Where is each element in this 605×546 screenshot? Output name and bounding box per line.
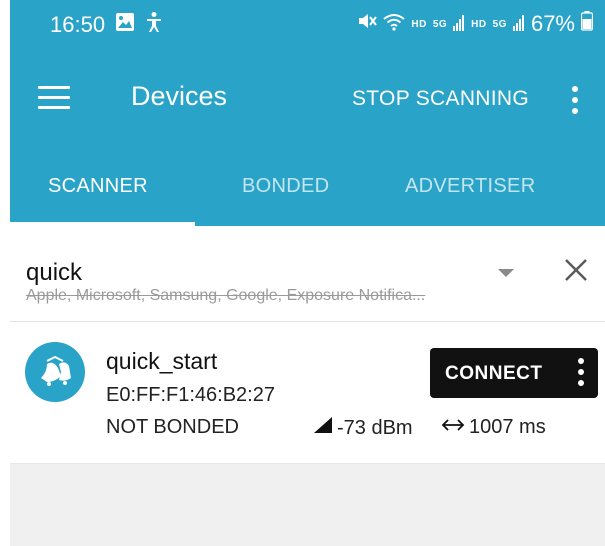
gallery-icon	[115, 12, 135, 38]
signal-strength-icon	[312, 416, 334, 440]
bond-state: NOT BONDED	[106, 416, 239, 438]
wifi-icon	[383, 11, 405, 37]
menu-icon[interactable]	[38, 86, 70, 110]
tab-scanner[interactable]: SCANNER	[48, 175, 148, 198]
filter-input[interactable]: quick	[26, 259, 82, 287]
mute-icon	[357, 11, 378, 37]
stop-scanning-button[interactable]: STOP SCANNING	[352, 87, 529, 111]
more-options-icon[interactable]	[566, 86, 586, 116]
filter-hint: Apple, Microsoft, Samsung, Google, Expos…	[26, 287, 426, 304]
connect-label: CONNECT	[445, 363, 543, 384]
battery-icon	[580, 11, 594, 37]
network-label: HD	[471, 18, 487, 30]
device-more-options-icon[interactable]	[572, 358, 590, 388]
bell-icon	[25, 342, 85, 402]
interval-arrows-icon	[440, 416, 466, 439]
signal-icon	[512, 11, 525, 37]
device-name: quick_start	[106, 348, 218, 374]
interval-value: 1007 ms	[469, 416, 546, 438]
rssi-readout: -73 dBm	[312, 416, 413, 440]
page-title: Devices	[131, 81, 228, 111]
tab-bonded[interactable]: BONDED	[242, 175, 329, 198]
tab-advertiser[interactable]: ADVERTISER	[405, 175, 535, 198]
status-left: 16:50	[50, 11, 163, 39]
signal-icon	[453, 11, 465, 37]
status-bar: 16:50 HD 5G HD 5G 67%	[10, 0, 605, 50]
rssi-value: -73 dBm	[337, 416, 413, 439]
close-icon[interactable]	[562, 256, 590, 284]
app-bar: Devices STOP SCANNING	[10, 50, 605, 147]
network-label: 5G	[432, 18, 448, 30]
device-list-item[interactable]: quick_start E0:FF:F1:46:B2:27 NOT BONDED…	[10, 322, 605, 464]
device-address: E0:FF:F1:46:B2:27	[106, 384, 275, 406]
accessibility-icon	[145, 11, 163, 39]
app-screen: 16:50 HD 5G HD 5G 67% Devices STOP SCANN…	[10, 0, 605, 546]
battery-percent: 67%	[530, 11, 575, 36]
interval-readout: 1007 ms	[440, 416, 546, 439]
network-label: HD	[411, 18, 427, 30]
filter-panel[interactable]: quick Apple, Microsoft, Samsung, Google,…	[10, 226, 605, 322]
tab-bar: SCANNER BONDED ADVERTISER	[10, 147, 605, 226]
status-time: 16:50	[50, 12, 106, 37]
network-label: 5G	[492, 18, 507, 30]
status-right: HD 5G HD 5G 67%	[357, 11, 594, 37]
connect-button[interactable]: CONNECT	[430, 348, 598, 398]
chevron-down-icon[interactable]	[498, 269, 514, 277]
